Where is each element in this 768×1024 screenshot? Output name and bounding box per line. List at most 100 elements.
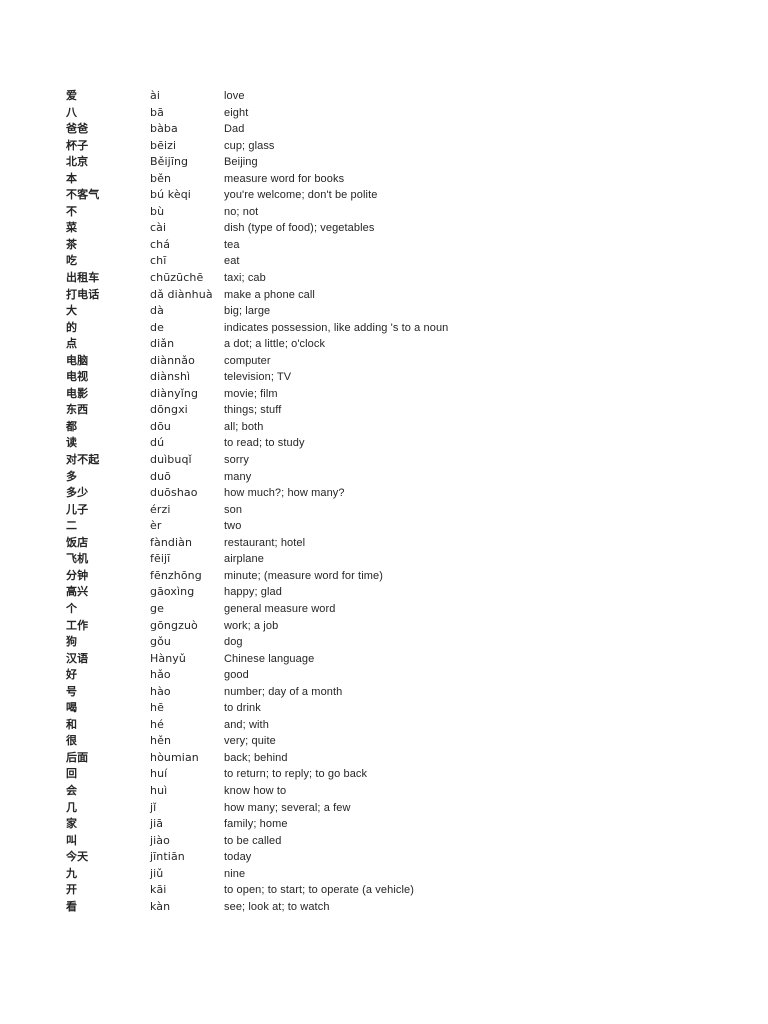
vocabulary-row: 爱 ài love xyxy=(66,88,768,105)
pinyin-cell: hǎo xyxy=(150,668,171,682)
english-cell: to drink xyxy=(224,702,261,715)
hanzi-cell: 不客气 xyxy=(66,188,100,202)
pinyin-cell: jǐ xyxy=(150,800,157,814)
pinyin-cell: Hànyǔ xyxy=(150,651,186,665)
hanzi-cell: 电影 xyxy=(66,386,89,400)
pinyin-cell: ài xyxy=(150,89,160,102)
vocabulary-row: 分钟 fēnzhōng minute; (measure word for time… xyxy=(66,568,768,585)
vocabulary-row: 儿子 érzi son xyxy=(66,502,768,519)
pinyin-cell: gāoxìng xyxy=(150,585,195,599)
vocabulary-row: 本 běn measure word for books xyxy=(66,171,768,188)
english-cell: restaurant; hotel xyxy=(224,536,306,549)
hanzi-cell: 几 xyxy=(66,800,78,814)
pinyin-cell: dà xyxy=(150,304,164,318)
hanzi-cell: 今天 xyxy=(66,850,89,864)
pinyin-cell: bàba xyxy=(150,122,178,136)
english-cell: to be called xyxy=(224,834,282,847)
pinyin-cell: hē xyxy=(150,701,164,715)
english-cell: a dot; a little; o'clock xyxy=(224,338,326,351)
hanzi-cell: 狗 xyxy=(66,635,78,649)
vocabulary-row: 吃 chī eat xyxy=(66,253,768,270)
hanzi-cell: 和 xyxy=(66,717,78,731)
english-cell: tea xyxy=(224,238,240,251)
pinyin-cell: duō xyxy=(150,469,171,483)
pinyin-cell: duìbuqǐ xyxy=(150,453,192,467)
english-cell: things; stuff xyxy=(224,404,282,417)
vocabulary-table-body: 爱 ài love 八 bā eight 爸爸 bàba Dad 杯子 bēizi cup; glas… xyxy=(66,88,768,915)
english-cell: eight xyxy=(224,106,249,119)
pinyin-cell: chá xyxy=(150,237,171,251)
vocabulary-row: 狗 gǒu dog xyxy=(66,634,768,651)
english-cell: minute; (measure word for time) xyxy=(224,569,383,582)
english-cell: indicates possession, like adding 's to … xyxy=(224,321,449,334)
english-cell: to open; to start; to operate (a vehicle… xyxy=(224,884,414,897)
vocabulary-row: 多 duō many xyxy=(66,469,768,486)
vocabulary-row: 多少 duōshao how much?; how many? xyxy=(66,485,768,502)
pinyin-cell: diànnǎo xyxy=(150,353,195,367)
english-cell: measure word for books xyxy=(224,172,345,185)
vocabulary-row: 打电话 dǎ diànhuà make a phone call xyxy=(66,287,768,304)
english-cell: and; with xyxy=(224,718,269,731)
english-cell: how much?; how many? xyxy=(224,487,345,500)
hanzi-cell: 高兴 xyxy=(66,585,89,599)
hanzi-cell: 分钟 xyxy=(66,568,89,582)
english-cell: son xyxy=(224,503,243,516)
pinyin-cell: bú kèqi xyxy=(150,188,191,202)
pinyin-cell: fàndiàn xyxy=(150,535,193,549)
pinyin-cell: diànshì xyxy=(150,370,191,384)
vocabulary-row: 都 dōu all; both xyxy=(66,419,768,436)
english-cell: general measure word xyxy=(224,602,336,615)
pinyin-cell: cài xyxy=(150,221,167,235)
english-cell: movie; film xyxy=(224,387,278,400)
pinyin-cell: kāi xyxy=(150,883,167,897)
pinyin-cell: diǎn xyxy=(150,337,175,351)
english-cell: dish (type of food); vegetables xyxy=(224,222,375,235)
hanzi-cell: 很 xyxy=(66,734,78,748)
english-cell: dog xyxy=(224,636,243,649)
vocabulary-row: 不 bù no; not xyxy=(66,204,768,221)
english-cell: how many; several; a few xyxy=(224,801,351,814)
english-cell: you're welcome; don't be polite xyxy=(224,189,378,202)
pinyin-cell: bā xyxy=(150,105,164,119)
hanzi-cell: 都 xyxy=(66,419,78,433)
vocabulary-row: 茶 chá tea xyxy=(66,237,768,254)
pinyin-cell: dú xyxy=(150,436,165,450)
vocabulary-row: 号 hào number; day of a month xyxy=(66,684,768,701)
vocabulary-row: 对不起 duìbuqǐ sorry xyxy=(66,452,768,469)
pinyin-cell: bēizi xyxy=(150,138,177,152)
vocabulary-row: 家 jiā family; home xyxy=(66,816,768,833)
english-cell: television; TV xyxy=(224,371,292,384)
pinyin-cell: hòumian xyxy=(150,750,199,764)
english-cell: Beijing xyxy=(224,156,258,169)
hanzi-cell: 电脑 xyxy=(66,353,89,367)
english-cell: love xyxy=(224,90,245,102)
pinyin-cell: jiào xyxy=(150,833,170,847)
hanzi-cell: 会 xyxy=(66,783,78,797)
english-cell: to read; to study xyxy=(224,437,305,450)
pinyin-cell: dōu xyxy=(150,419,171,433)
english-cell: Chinese language xyxy=(224,652,315,665)
vocabulary-row: 高兴 gāoxìng happy; glad xyxy=(66,584,768,601)
pinyin-cell: huí xyxy=(150,767,168,781)
english-cell: no; not xyxy=(224,205,259,218)
vocabulary-row: 看 kàn see; look at; to watch xyxy=(66,899,768,916)
english-cell: nine xyxy=(224,867,246,880)
pinyin-cell: diànyǐng xyxy=(150,386,199,400)
pinyin-cell: hào xyxy=(150,684,171,698)
vocabulary-row: 和 hé and; with xyxy=(66,717,768,734)
pinyin-cell: jīntiān xyxy=(150,850,185,864)
vocabulary-row: 菜 cài dish (type of food); vegetables xyxy=(66,220,768,237)
hanzi-cell: 八 xyxy=(66,105,78,119)
hanzi-cell: 多少 xyxy=(66,486,89,500)
vocabulary-row: 北京 Běijīng Beijing xyxy=(66,154,768,171)
pinyin-cell: kàn xyxy=(150,899,171,913)
pinyin-cell: hěn xyxy=(150,734,172,748)
pinyin-cell: jiǔ xyxy=(150,866,164,880)
english-cell: know how to xyxy=(224,784,287,797)
english-cell: number; day of a month xyxy=(224,685,343,698)
english-cell: see; look at; to watch xyxy=(224,900,330,913)
vocabulary-row: 喝 hē to drink xyxy=(66,700,768,717)
english-cell: big; large xyxy=(224,305,271,318)
pinyin-cell: de xyxy=(150,320,164,334)
vocabulary-row: 汉语 Hànyǔ Chinese language xyxy=(66,651,768,668)
